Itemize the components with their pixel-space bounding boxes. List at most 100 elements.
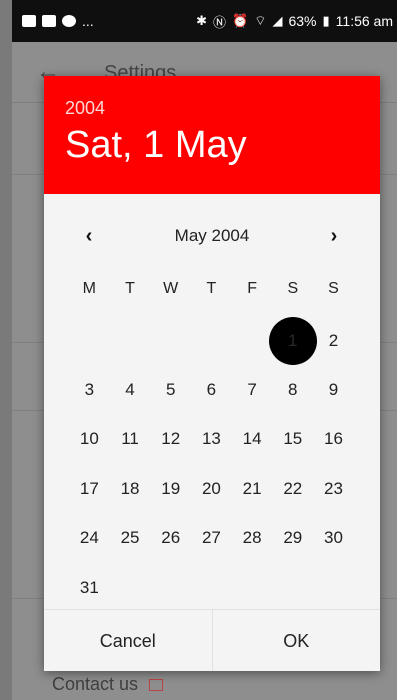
day-number: 9: [328, 380, 339, 400]
weekday-header: MTWTFSS: [69, 280, 354, 304]
day-number: 22: [283, 478, 303, 498]
status-bar: ... ✱ Ⓝ ⏰ ⌔ ◢ 63% ▮ 11:56 am: [12, 0, 397, 42]
day-number: 21: [242, 478, 262, 498]
date-picker-header: 2004 Sat, 1 May: [44, 76, 380, 194]
month-navigation: ‹ May 2004 ›: [44, 216, 380, 256]
day-cell[interactable]: 31: [69, 563, 110, 612]
ok-button[interactable]: OK: [213, 610, 381, 671]
day-number: 19: [161, 478, 181, 498]
alarm-icon: ⏰: [232, 13, 249, 28]
day-number: 1: [288, 330, 298, 350]
weekday-label: F: [247, 280, 257, 297]
battery-percent: 63%: [288, 13, 317, 29]
header-selected-date[interactable]: Sat, 1 May: [65, 124, 247, 167]
day-cell[interactable]: 7: [232, 365, 273, 414]
day-cell[interactable]: 21: [232, 464, 273, 513]
day-cell[interactable]: 11: [110, 415, 151, 464]
day-cell[interactable]: 30: [313, 514, 354, 563]
nfc-icon: Ⓝ: [213, 14, 227, 30]
chevron-right-icon[interactable]: ›: [320, 222, 348, 250]
skype-icon: [62, 15, 76, 27]
day-cell[interactable]: 26: [150, 514, 191, 563]
day-cell[interactable]: 27: [191, 514, 232, 563]
day-cell[interactable]: 4: [110, 365, 151, 414]
day-cell[interactable]: 6: [191, 365, 232, 414]
day-cell[interactable]: 23: [313, 464, 354, 513]
day-number: 11: [121, 429, 139, 449]
clock: 11:56 am: [335, 13, 393, 29]
day-cell[interactable]: 8: [272, 365, 313, 414]
empty-day-cell: [110, 316, 151, 365]
mail-icon: [42, 15, 56, 27]
weekday-label: M: [82, 280, 96, 297]
day-cell[interactable]: 5: [150, 365, 191, 414]
date-picker-dialog: 2004 Sat, 1 May ‹ May 2004 › MTWTFSS 123…: [44, 76, 380, 671]
day-cell[interactable]: 14: [232, 415, 273, 464]
day-cell[interactable]: 17: [69, 464, 110, 513]
calendar-grid: 1 2 3 4 5 6 7 8 9 10 11 12 13 14 15 16 17 18 19 20 21 22 23 24 2…: [69, 316, 354, 612]
day-cell[interactable]: 20: [191, 464, 232, 513]
header-year[interactable]: 2004: [65, 98, 105, 119]
contact-us-item: Contact us: [52, 674, 164, 695]
weekday-label: T: [206, 280, 217, 297]
dialog-actions: Cancel OK: [44, 609, 380, 671]
day-cell[interactable]: 28: [232, 514, 273, 563]
day-number: 17: [79, 478, 99, 498]
day-cell[interactable]: 25: [110, 514, 151, 563]
day-number: 2: [328, 330, 339, 350]
day-cell[interactable]: 16: [313, 415, 354, 464]
day-cell[interactable]: 19: [150, 464, 191, 513]
day-number: 26: [161, 528, 181, 548]
day-number: 6: [206, 380, 217, 400]
day-number: 20: [201, 478, 221, 498]
contact-us-label: Contact us: [52, 674, 139, 694]
day-number: 24: [79, 528, 99, 548]
day-number: 31: [79, 577, 99, 597]
day-number: 7: [247, 380, 257, 400]
empty-day-cell: [191, 316, 232, 365]
status-right: ✱ Ⓝ ⏰ ⌔ ◢ 63% ▮ 11:56 am: [196, 12, 393, 31]
day-number: 29: [283, 528, 303, 548]
battery-icon: ▮: [322, 13, 330, 28]
day-number: 16: [324, 429, 343, 449]
day-number: 5: [165, 380, 176, 400]
day-cell[interactable]: 22: [272, 464, 313, 513]
day-number: 10: [79, 429, 99, 449]
status-more: ...: [82, 13, 94, 29]
day-cell[interactable]: 2: [313, 316, 354, 365]
day-cell[interactable]: 29: [272, 514, 313, 563]
day-number: 4: [125, 380, 135, 400]
day-number: 12: [161, 429, 181, 449]
weekday-label: S: [287, 280, 299, 297]
wifi-icon: ⌔: [254, 13, 267, 28]
day-cell[interactable]: 13: [191, 415, 232, 464]
weekday-label: S: [328, 280, 339, 297]
mail-icon: [149, 679, 164, 692]
day-cell[interactable]: 10: [69, 415, 110, 464]
day-number: 8: [288, 380, 298, 400]
day-cell[interactable]: 3: [69, 365, 110, 414]
weekday-label: W: [163, 280, 179, 297]
day-cell[interactable]: 15: [272, 415, 313, 464]
day-number: 25: [120, 528, 140, 548]
image-icon: [22, 15, 36, 27]
day-selected[interactable]: 1: [268, 316, 317, 366]
day-cell[interactable]: 24: [69, 514, 110, 563]
signal-icon: ◢: [272, 13, 283, 28]
day-number: 27: [201, 528, 221, 548]
weekday-label: T: [125, 280, 135, 297]
cancel-button[interactable]: Cancel: [44, 610, 213, 671]
day-cell[interactable]: 18: [110, 464, 151, 513]
empty-day-cell: [69, 316, 110, 365]
empty-day-cell: [150, 316, 191, 365]
day-cell[interactable]: 9: [313, 365, 354, 414]
day-cell[interactable]: 12: [150, 415, 191, 464]
day-number: 30: [324, 528, 343, 548]
status-left: ...: [22, 13, 94, 29]
bluetooth-icon: ✱: [196, 13, 208, 28]
day-number: 13: [201, 429, 221, 449]
day-number: 28: [242, 528, 262, 548]
empty-day-cell: [232, 316, 273, 365]
day-number: 23: [324, 478, 343, 498]
day-number: 15: [283, 429, 303, 449]
